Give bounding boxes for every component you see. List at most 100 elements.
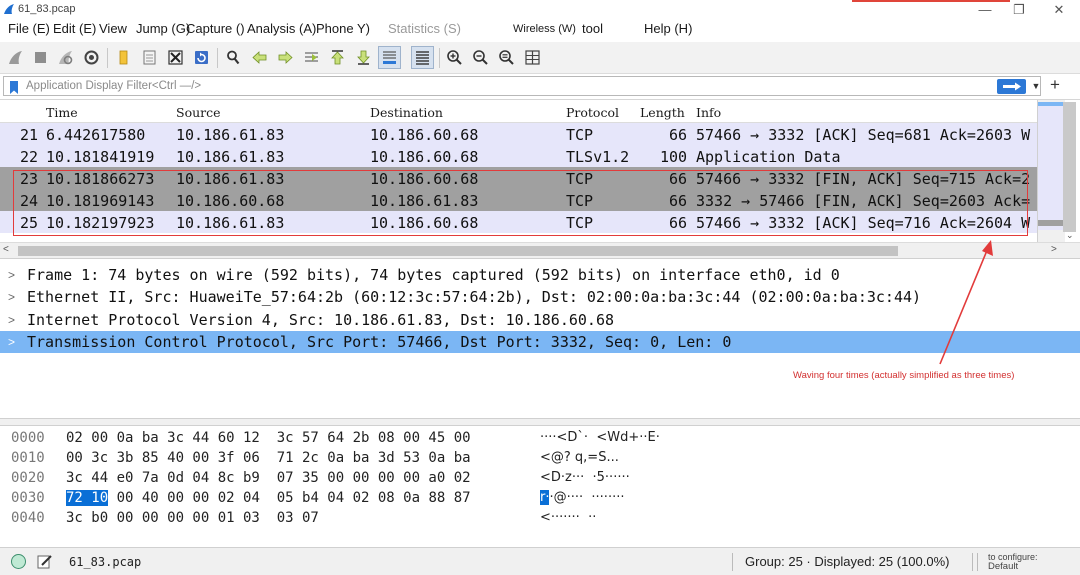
menu-edit[interactable]: Edit (E) (53, 20, 96, 38)
bytes-row: 0000 02 00 0a ba 3c 44 60 12 3c 57 64 2b… (0, 428, 1080, 448)
open-file-button[interactable] (112, 46, 135, 69)
find-packet-icon (227, 50, 240, 65)
packet-row[interactable]: 22 10.181841919 10.186.61.83 10.186.60.6… (0, 145, 1037, 167)
packet-details-pane: > Frame 1: 74 bytes on wire (592 bits), … (0, 258, 1080, 418)
reload-button[interactable] (190, 46, 213, 69)
save-file-button[interactable] (138, 46, 161, 69)
detail-row-tcp[interactable]: > Transmission Control Protocol, Src Por… (0, 331, 1080, 353)
bytes-ascii[interactable]: <D·z··· ·5······ (540, 470, 630, 485)
packet-number: 22 (20, 148, 39, 166)
stop-capture-icon (35, 52, 46, 63)
packet-row[interactable]: 21 6.442617580 10.186.61.83 10.186.60.68… (0, 123, 1037, 145)
bytes-ascii-text: <······· ·· (540, 510, 597, 525)
resize-columns-button[interactable] (521, 46, 544, 69)
wireshark-fin-icon (4, 4, 14, 14)
menu-view[interactable]: View (99, 20, 127, 38)
bytes-offset: 0010 (11, 450, 45, 466)
chevron-right-icon[interactable]: > (8, 268, 15, 282)
go-to-packet-icon (305, 52, 318, 62)
zoom-in-icon (447, 50, 462, 65)
horizontal-scroll-thumb[interactable] (18, 246, 898, 256)
go-last-button[interactable] (352, 46, 375, 69)
chevron-right-icon[interactable]: > (8, 313, 15, 327)
bytes-ascii[interactable]: r··@···· ········ (540, 490, 624, 505)
packet-time: 6.442617580 (46, 126, 146, 144)
capture-options-button[interactable] (80, 46, 103, 69)
bytes-hex[interactable]: 3c b0 00 00 00 00 01 03 03 07 (66, 510, 319, 526)
bytes-ascii-text: <D·z··· ·5······ (540, 470, 630, 485)
bytes-hex-highlight: 72 10 (66, 490, 109, 506)
menu-tools[interactable]: tool (582, 20, 603, 38)
chevron-right-icon[interactable]: > (8, 335, 15, 349)
close-file-icon (168, 50, 183, 65)
maximize-button[interactable]: ❐ (1004, 1, 1034, 18)
main-toolbar (0, 42, 1080, 74)
bytes-ascii-text: <@? q,=S... (540, 450, 619, 465)
bytes-ascii[interactable]: ····<D`· <Wd+··E· (540, 430, 660, 445)
menu-capture[interactable]: Capture () (186, 20, 245, 38)
scroll-down-arrow-icon[interactable]: ⌄ (1066, 230, 1074, 241)
column-header-length[interactable]: Length (640, 105, 685, 120)
packet-list-horizontal-scrollbar[interactable]: < > (0, 242, 1080, 258)
scroll-right-arrow-icon[interactable]: > (1051, 244, 1057, 255)
column-header-destination[interactable]: Destination (370, 105, 443, 120)
go-to-packet-button[interactable] (300, 46, 323, 69)
packet-info: Application Data (696, 148, 841, 166)
zoom-in-button[interactable] (443, 46, 466, 69)
stop-capture-button[interactable] (29, 46, 52, 69)
packet-length: 66 (669, 126, 688, 144)
column-header-info[interactable]: Info (696, 105, 721, 120)
go-forward-button[interactable] (274, 46, 297, 69)
column-header-time[interactable]: Time (46, 105, 78, 120)
bytes-hex[interactable]: 02 00 0a ba 3c 44 60 12 3c 57 64 2b 08 0… (66, 430, 471, 446)
close-button[interactable]: ✕ (1044, 1, 1074, 18)
auto-scroll-button[interactable] (378, 46, 401, 69)
packet-minimap[interactable] (1037, 100, 1064, 238)
bytes-hex[interactable]: 72 10 00 40 00 00 02 04 05 b4 04 02 08 0… (66, 490, 471, 506)
vertical-scroll-thumb[interactable] (1063, 102, 1076, 232)
bytes-ascii[interactable]: <@? q,=S... (540, 450, 619, 465)
bytes-hex[interactable]: 3c 44 e0 7a 0d 04 8c b9 07 35 00 00 00 0… (66, 470, 471, 486)
status-separator (732, 553, 733, 571)
status-profile-name[interactable]: Default (988, 561, 1018, 572)
menu-analysis[interactable]: Analysis (A) (247, 20, 316, 38)
capture-status-icon[interactable] (11, 554, 26, 569)
menu-phone[interactable]: Phone Y) (316, 20, 370, 38)
column-header-protocol[interactable]: Protocol (566, 105, 619, 120)
zoom-out-button[interactable] (469, 46, 492, 69)
auto-scroll-icon (383, 51, 396, 64)
reload-icon (195, 51, 208, 64)
menu-help[interactable]: Help (H) (644, 20, 692, 38)
edit-comment-icon[interactable] (36, 553, 53, 570)
menu-jump[interactable]: Jump (G) (136, 20, 190, 38)
detail-row-ipv4[interactable]: > Internet Protocol Version 4, Src: 10.1… (0, 309, 1080, 331)
add-filter-button[interactable]: + (1045, 75, 1065, 95)
detail-row-ethernet[interactable]: > Ethernet II, Src: HuaweiTe_57:64:2b (6… (0, 286, 1080, 308)
bookmark-icon[interactable] (9, 80, 19, 95)
column-header-source[interactable]: Source (176, 105, 221, 120)
minimize-button[interactable]: — (970, 1, 1000, 18)
bytes-hex[interactable]: 00 3c 3b 85 40 00 3f 06 71 2c 0a ba 3d 5… (66, 450, 471, 466)
go-back-button[interactable] (248, 46, 271, 69)
go-first-button[interactable] (326, 46, 349, 69)
close-file-button[interactable] (164, 46, 187, 69)
start-capture-button[interactable] (4, 46, 27, 69)
window-title: 61_83.pcap (18, 3, 76, 15)
arrow-right-icon (1002, 82, 1021, 91)
filter-history-dropdown[interactable]: ▼ (1029, 77, 1043, 95)
pane-splitter[interactable] (0, 418, 1080, 426)
menu-file[interactable]: File (E) (8, 20, 50, 38)
colorize-button[interactable] (411, 46, 434, 69)
detail-row-frame[interactable]: > Frame 1: 74 bytes on wire (592 bits), … (0, 264, 1080, 286)
bytes-ascii[interactable]: <······· ·· (540, 510, 596, 525)
chevron-right-icon[interactable]: > (8, 290, 15, 304)
menu-statistics[interactable]: Statistics (S) (388, 20, 461, 38)
display-filter-input[interactable] (26, 77, 986, 95)
zoom-normal-button[interactable] (495, 46, 518, 69)
title-bar: 61_83.pcap — ❐ ✕ (0, 0, 1080, 19)
restart-capture-button[interactable] (54, 46, 77, 69)
apply-filter-button[interactable] (997, 79, 1026, 94)
scroll-left-arrow-icon[interactable]: < (3, 244, 9, 255)
menu-wireless[interactable]: Wireless (W) (513, 20, 576, 38)
find-packet-button[interactable] (222, 46, 245, 69)
